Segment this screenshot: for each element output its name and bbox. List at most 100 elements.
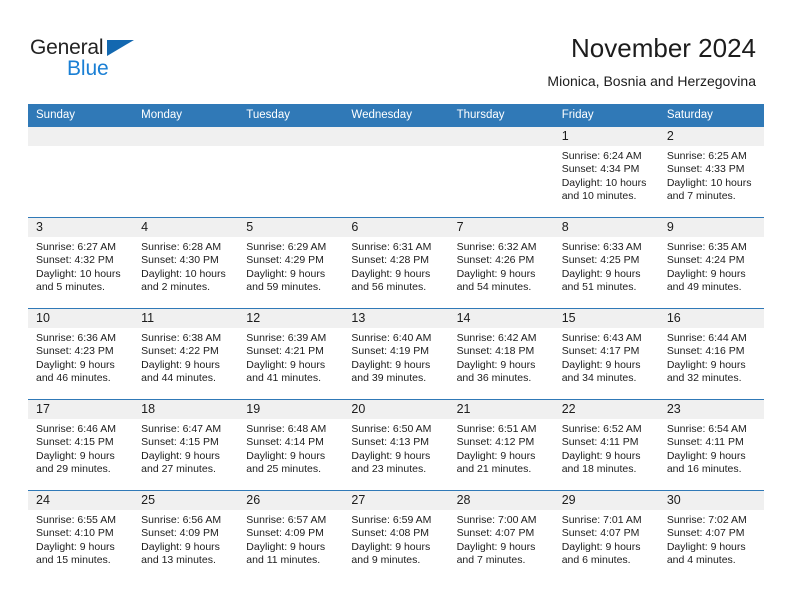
calendar-day-cell[interactable]: 11 Sunrise: 6:38 AM Sunset: 4:22 PM Dayligh… bbox=[133, 308, 239, 400]
sunrise-text: Sunrise: 6:52 AM bbox=[561, 423, 642, 435]
day-sun-info: Sunrise: 6:29 AM Sunset: 4:29 PM Daylight:… bbox=[238, 237, 343, 295]
calendar-day-cell[interactable]: 20 Sunrise: 6:50 AM Sunset: 4:13 PM Dayligh… bbox=[343, 399, 449, 491]
calendar-day-cell[interactable]: 1 Sunrise: 6:24 AM Sunset: 4:34 PM Daylight… bbox=[553, 127, 659, 218]
daylight-text: Daylight: 9 hours and 56 minutes. bbox=[351, 267, 431, 294]
sunrise-text: Sunrise: 6:54 AM bbox=[666, 423, 747, 435]
calendar-day-cell[interactable]: 14 Sunrise: 6:42 AM Sunset: 4:18 PM Dayligh… bbox=[448, 308, 554, 400]
day-number: 27 bbox=[343, 491, 449, 510]
calendar-week-row: 1 Sunrise: 6:24 AM Sunset: 4:34 PM Daylight… bbox=[28, 127, 764, 218]
sunrise-text: Sunrise: 6:36 AM bbox=[36, 332, 116, 344]
sunset-text: Sunset: 4:28 PM bbox=[351, 254, 430, 267]
sunrise-text: Sunrise: 6:25 AM bbox=[666, 150, 747, 162]
day-sun-info: Sunrise: 6:55 AM Sunset: 4:10 PM Daylight:… bbox=[28, 510, 133, 568]
day-sun-info: Sunrise: 7:01 AM Sunset: 4:07 PM Daylight:… bbox=[554, 510, 659, 568]
day-sun-info: Sunrise: 6:54 AM Sunset: 4:11 PM Daylight:… bbox=[659, 419, 764, 477]
sunrise-text: Sunrise: 6:47 AM bbox=[141, 423, 222, 435]
calendar-day-cell-empty bbox=[448, 127, 554, 218]
calendar-day-cell[interactable]: 27 Sunrise: 6:59 AM Sunset: 4:08 PM Dayligh… bbox=[343, 490, 449, 581]
sunrise-text: Sunrise: 6:46 AM bbox=[36, 423, 116, 435]
sunrise-text: Sunrise: 7:00 AM bbox=[456, 514, 537, 526]
calendar-day-cell[interactable]: 26 Sunrise: 6:57 AM Sunset: 4:09 PM Dayligh… bbox=[238, 490, 344, 581]
sunset-text: Sunset: 4:25 PM bbox=[561, 254, 640, 267]
daylight-text: Daylight: 9 hours and 9 minutes. bbox=[351, 540, 431, 567]
day-number: 20 bbox=[343, 400, 449, 419]
day-sun-info: Sunrise: 6:44 AM Sunset: 4:16 PM Daylight:… bbox=[659, 328, 764, 386]
day-number: 7 bbox=[448, 218, 554, 237]
day-sun-info: Sunrise: 6:48 AM Sunset: 4:14 PM Daylight:… bbox=[238, 419, 343, 477]
sunset-text: Sunset: 4:26 PM bbox=[456, 254, 535, 267]
day-sun-info: Sunrise: 6:47 AM Sunset: 4:15 PM Daylight:… bbox=[133, 419, 238, 477]
calendar-day-cell[interactable]: 7 Sunrise: 6:32 AM Sunset: 4:26 PM Daylight… bbox=[448, 217, 554, 309]
day-number bbox=[28, 127, 134, 146]
page-header: General Blue November 2024 Mionica, Bosn… bbox=[0, 0, 792, 100]
day-number: 18 bbox=[133, 400, 239, 419]
day-number bbox=[238, 127, 344, 146]
calendar-day-cell[interactable]: 4 Sunrise: 6:28 AM Sunset: 4:30 PM Daylight… bbox=[133, 217, 239, 309]
day-number: 28 bbox=[448, 491, 554, 510]
daylight-text: Daylight: 10 hours and 2 minutes. bbox=[141, 267, 226, 294]
calendar-day-cell[interactable]: 21 Sunrise: 6:51 AM Sunset: 4:12 PM Dayligh… bbox=[448, 399, 554, 491]
calendar-day-cell[interactable]: 6 Sunrise: 6:31 AM Sunset: 4:28 PM Daylight… bbox=[343, 217, 449, 309]
sunset-text: Sunset: 4:14 PM bbox=[246, 436, 324, 449]
calendar-day-cell[interactable]: 13 Sunrise: 6:40 AM Sunset: 4:19 PM Dayligh… bbox=[343, 308, 449, 400]
calendar-day-cell[interactable]: 10 Sunrise: 6:36 AM Sunset: 4:23 PM Dayligh… bbox=[28, 308, 134, 400]
logo-text-blue: Blue bbox=[67, 57, 109, 80]
calendar-day-cell[interactable]: 25 Sunrise: 6:56 AM Sunset: 4:09 PM Dayligh… bbox=[133, 490, 239, 581]
calendar-day-cell[interactable]: 22 Sunrise: 6:52 AM Sunset: 4:11 PM Dayligh… bbox=[553, 399, 659, 491]
calendar-day-cell[interactable]: 9 Sunrise: 6:35 AM Sunset: 4:24 PM Daylight… bbox=[658, 217, 764, 309]
daylight-text: Daylight: 9 hours and 21 minutes. bbox=[456, 449, 536, 476]
calendar-day-cell[interactable]: 16 Sunrise: 6:44 AM Sunset: 4:16 PM Dayligh… bbox=[658, 308, 764, 400]
weekday-header-monday: Monday bbox=[133, 104, 239, 127]
calendar-day-cell[interactable]: 12 Sunrise: 6:39 AM Sunset: 4:21 PM Dayligh… bbox=[238, 308, 344, 400]
calendar-day-cell[interactable]: 8 Sunrise: 6:33 AM Sunset: 4:25 PM Daylight… bbox=[553, 217, 659, 309]
sunset-text: Sunset: 4:33 PM bbox=[666, 163, 745, 176]
sunset-text: Sunset: 4:24 PM bbox=[666, 254, 745, 267]
day-number: 26 bbox=[238, 491, 344, 510]
day-sun-info: Sunrise: 6:28 AM Sunset: 4:30 PM Daylight:… bbox=[133, 237, 238, 295]
day-number: 4 bbox=[133, 218, 239, 237]
logo-triangle-icon bbox=[107, 40, 134, 56]
sunrise-text: Sunrise: 6:27 AM bbox=[36, 241, 116, 253]
general-blue-logo[interactable]: General Blue bbox=[30, 36, 160, 82]
day-number: 23 bbox=[658, 400, 764, 419]
day-number: 22 bbox=[553, 400, 659, 419]
daylight-text: Daylight: 9 hours and 32 minutes. bbox=[666, 358, 746, 385]
calendar-day-cell[interactable]: 3 Sunrise: 6:27 AM Sunset: 4:32 PM Daylight… bbox=[28, 217, 134, 309]
daylight-text: Daylight: 9 hours and 7 minutes. bbox=[456, 540, 536, 567]
day-number: 10 bbox=[28, 309, 134, 328]
calendar-day-cell-empty bbox=[133, 127, 239, 218]
calendar-day-cell[interactable]: 23 Sunrise: 6:54 AM Sunset: 4:11 PM Dayligh… bbox=[658, 399, 764, 491]
calendar-day-cell[interactable]: 19 Sunrise: 6:48 AM Sunset: 4:14 PM Dayligh… bbox=[238, 399, 344, 491]
calendar-day-cell[interactable]: 2 Sunrise: 6:25 AM Sunset: 4:33 PM Daylight… bbox=[658, 127, 764, 218]
calendar-day-cell[interactable]: 24 Sunrise: 6:55 AM Sunset: 4:10 PM Dayligh… bbox=[28, 490, 134, 581]
sunrise-text: Sunrise: 6:29 AM bbox=[246, 241, 327, 253]
day-number: 6 bbox=[343, 218, 449, 237]
calendar-page: General Blue November 2024 Mionica, Bosn… bbox=[0, 0, 792, 612]
calendar-day-cell[interactable]: 30 Sunrise: 7:02 AM Sunset: 4:07 PM Dayligh… bbox=[658, 490, 764, 581]
sunset-text: Sunset: 4:22 PM bbox=[141, 345, 219, 358]
sunrise-text: Sunrise: 6:35 AM bbox=[666, 241, 747, 253]
daylight-text: Daylight: 9 hours and 49 minutes. bbox=[666, 267, 746, 294]
sunset-text: Sunset: 4:13 PM bbox=[351, 436, 430, 449]
sunset-text: Sunset: 4:09 PM bbox=[141, 527, 219, 540]
sunset-text: Sunset: 4:15 PM bbox=[36, 436, 114, 449]
sunrise-text: Sunrise: 6:28 AM bbox=[141, 241, 222, 253]
calendar-day-cell[interactable]: 18 Sunrise: 6:47 AM Sunset: 4:15 PM Dayligh… bbox=[133, 399, 239, 491]
day-number: 29 bbox=[553, 491, 659, 510]
calendar-day-cell[interactable]: 17 Sunrise: 6:46 AM Sunset: 4:15 PM Dayligh… bbox=[28, 399, 134, 491]
daylight-text: Daylight: 9 hours and 15 minutes. bbox=[36, 540, 115, 567]
day-number: 8 bbox=[553, 218, 659, 237]
daylight-text: Daylight: 10 hours and 5 minutes. bbox=[36, 267, 121, 294]
calendar-day-cell[interactable]: 28 Sunrise: 7:00 AM Sunset: 4:07 PM Dayligh… bbox=[448, 490, 554, 581]
sunset-text: Sunset: 4:16 PM bbox=[666, 345, 745, 358]
calendar-day-cell[interactable]: 29 Sunrise: 7:01 AM Sunset: 4:07 PM Dayligh… bbox=[553, 490, 659, 581]
weekday-header-thursday: Thursday bbox=[448, 104, 554, 127]
calendar-day-cell[interactable]: 5 Sunrise: 6:29 AM Sunset: 4:29 PM Daylight… bbox=[238, 217, 344, 309]
calendar-table: Sunday Monday Tuesday Wednesday Thursday Frid… bbox=[28, 104, 764, 581]
weekday-header-friday: Friday bbox=[553, 104, 659, 127]
calendar-day-cell[interactable]: 15 Sunrise: 6:43 AM Sunset: 4:17 PM Dayligh… bbox=[553, 308, 659, 400]
page-title: November 2024 bbox=[571, 33, 756, 63]
sunrise-text: Sunrise: 6:39 AM bbox=[246, 332, 327, 344]
day-number bbox=[133, 127, 239, 146]
sunrise-text: Sunrise: 6:32 AM bbox=[456, 241, 537, 253]
